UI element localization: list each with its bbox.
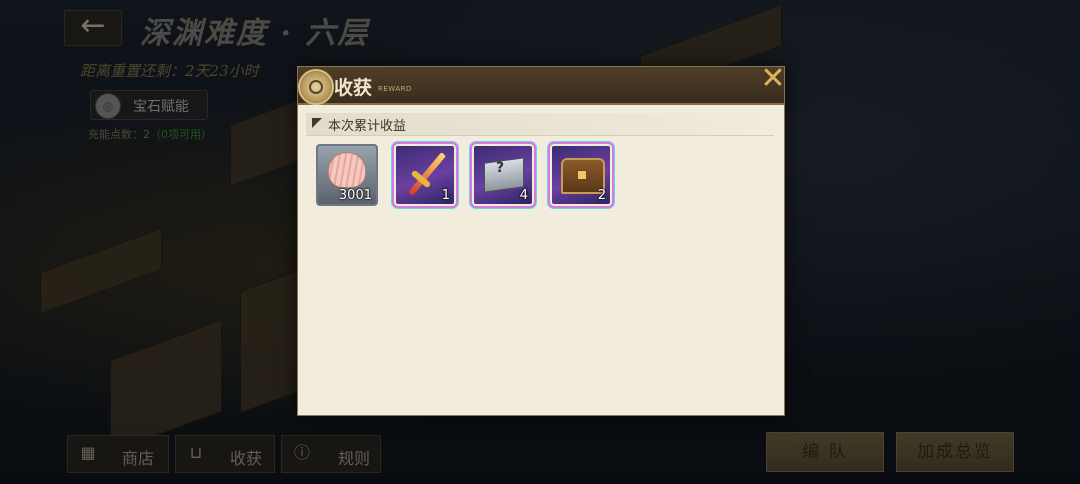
item-count: 3001 — [338, 188, 372, 203]
item-count: 4 — [519, 188, 528, 203]
dialog-subtitle: REWARD — [378, 85, 412, 93]
section-label: 本次累计收益 — [328, 119, 407, 134]
dialog-title: 收获 — [334, 77, 373, 99]
shell-icon — [328, 152, 366, 188]
triangle-marker-icon — [312, 118, 322, 128]
close-icon[interactable]: ✕ — [758, 64, 788, 94]
section-header: 本次累计收益 — [306, 113, 774, 136]
reward-item-sword[interactable]: 1 — [394, 144, 456, 206]
reward-item-mystery-box[interactable]: ? 4 — [472, 144, 534, 206]
reward-emblem-icon — [298, 69, 334, 105]
reward-item-chest[interactable]: 2 — [550, 144, 612, 206]
item-count: 2 — [597, 188, 606, 203]
dialog-header: 收获 REWARD — [298, 67, 784, 105]
item-count: 1 — [441, 188, 450, 203]
reward-dialog: 收获 REWARD 本次累计收益 3001 1 ? 4 2 — [297, 66, 785, 416]
question-mark-icon: ? — [496, 160, 505, 176]
chest-lock-icon — [577, 170, 587, 180]
reward-item-shell[interactable]: 3001 — [316, 144, 378, 206]
